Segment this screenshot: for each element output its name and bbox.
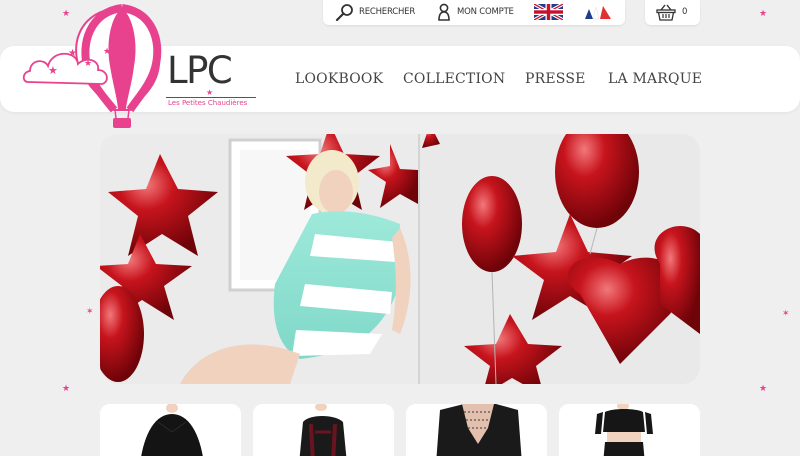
uk-flag-icon[interactable]	[534, 4, 563, 20]
product-card[interactable]	[253, 404, 394, 456]
lace-top-icon	[406, 404, 547, 456]
logo-underline	[166, 97, 256, 98]
cart-count: 0	[682, 7, 688, 17]
search-link[interactable]: RECHERCHER	[335, 3, 415, 21]
nav-presse[interactable]: PRESSE	[525, 71, 586, 87]
hero-image	[100, 134, 700, 384]
brand-tagline: Les Petites Chaudières	[168, 99, 248, 107]
cart-button[interactable]: 0	[645, 0, 700, 25]
burgundy-velvet-top-icon	[253, 404, 394, 456]
utility-bar: RECHERCHER MON COMPTE	[323, 0, 625, 25]
background-star-icon: ✶	[86, 307, 94, 317]
hero-slider[interactable]	[100, 134, 700, 384]
crop-top-outfit-icon	[559, 404, 700, 456]
nav-collection[interactable]: COLLECTION	[403, 71, 505, 87]
brand-name: LPC	[167, 49, 233, 92]
svg-text:★: ★	[103, 47, 111, 57]
background-star-icon: ★	[759, 9, 768, 19]
background-star-icon: ★	[62, 384, 71, 394]
hot-air-balloon-icon: ★ ★ ★ ★	[22, 4, 162, 128]
product-card[interactable]	[100, 404, 241, 456]
logo-star-icon: ★	[206, 88, 214, 97]
background-star-icon: ✶	[782, 309, 790, 319]
france-flag-icon[interactable]	[583, 4, 613, 20]
nav-la-marque[interactable]: LA MARQUE	[608, 71, 702, 87]
account-link[interactable]: MON COMPTE	[437, 3, 514, 21]
background-star-icon: ★	[759, 384, 768, 394]
svg-text:★: ★	[48, 64, 58, 77]
svg-text:★: ★	[84, 59, 92, 69]
black-dress-icon	[100, 404, 241, 456]
search-label: RECHERCHER	[359, 7, 416, 17]
svg-text:★: ★	[68, 48, 77, 59]
user-icon	[438, 3, 450, 21]
account-label: MON COMPTE	[457, 7, 514, 17]
shopping-basket-icon	[656, 4, 676, 21]
product-card[interactable]	[559, 404, 700, 456]
search-icon	[335, 4, 353, 21]
nav-lookbook[interactable]: LOOKBOOK	[295, 71, 383, 87]
logo[interactable]: ★ ★ ★ ★ LPC ★ Les Petites Chaudières	[18, 4, 263, 134]
product-card[interactable]	[406, 404, 547, 456]
slide-divider	[418, 134, 420, 384]
